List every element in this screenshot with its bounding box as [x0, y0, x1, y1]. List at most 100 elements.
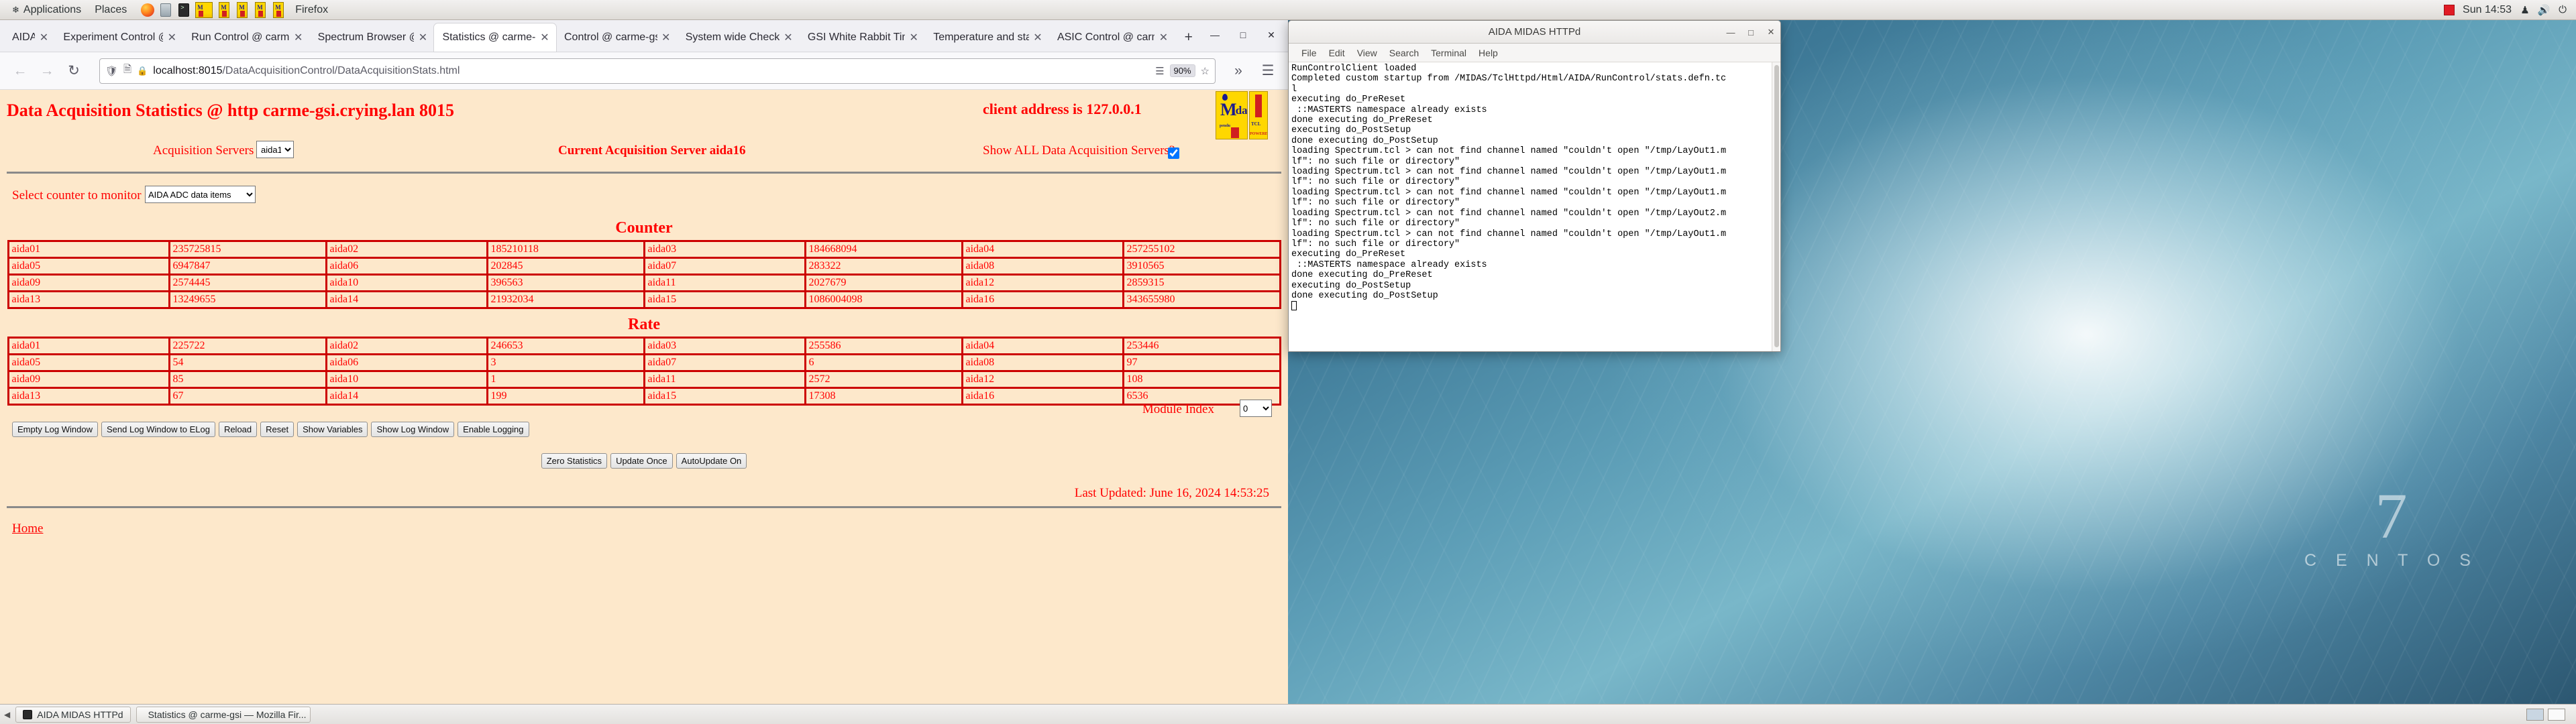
midas-launcher-5[interactable] — [271, 1, 286, 18]
terminal-body[interactable]: RunControlClient loaded Completed custom… — [1289, 62, 1780, 351]
tab-close-icon[interactable]: ✕ — [781, 30, 796, 45]
recording-indicator-icon[interactable] — [2444, 4, 2455, 15]
send-log-to-elog-button[interactable]: Send Log Window to ELog — [101, 422, 215, 437]
terminal-minimize-button[interactable]: — — [1725, 27, 1736, 38]
tab-close-icon[interactable]: ✕ — [1156, 30, 1171, 45]
show-variables-button[interactable]: Show Variables — [297, 422, 368, 437]
reset-button[interactable]: Reset — [260, 422, 294, 437]
counter-value: 21932034 — [486, 290, 645, 309]
show-log-window-button[interactable]: Show Log Window — [371, 422, 455, 437]
terminal-scrollbar[interactable] — [1772, 62, 1780, 351]
counter-name: aida13 — [7, 290, 170, 309]
counter-value: 343655980 — [1122, 290, 1281, 309]
acquisition-server-select[interactable]: aida16 — [256, 141, 294, 158]
accessibility-icon[interactable]: ♟ — [2520, 5, 2530, 16]
tab-control[interactable]: Control @ carme-gsi ✕ — [556, 23, 678, 52]
taskbar-scroll-left-icon[interactable]: ◀ — [4, 710, 10, 719]
tab-statistics[interactable]: Statistics @ carme-g ✕ — [434, 23, 556, 52]
counter-value: 202845 — [486, 257, 645, 276]
tab-close-icon[interactable]: ✕ — [36, 30, 51, 45]
reader-view-icon[interactable]: 🗎 — [123, 62, 131, 79]
panel-clock[interactable]: Sun 14:53 — [2463, 4, 2512, 16]
taskbar-item-firefox[interactable]: Statistics @ carme-gsi — Mozilla Fir... — [136, 706, 311, 723]
tab-gsi-white-rabbit[interactable]: GSI White Rabbit Tim ✕ — [800, 23, 925, 52]
taskbar-item-label: AIDA MIDAS HTTPd — [37, 709, 123, 720]
firefox-launcher[interactable] — [140, 2, 155, 18]
midas-launcher-4[interactable] — [253, 1, 268, 18]
tab-close-icon[interactable]: ✕ — [659, 30, 674, 45]
applications-menu[interactable]: ❄ Applications — [5, 3, 88, 17]
panel-launchers — [133, 1, 286, 18]
tab-close-icon[interactable]: ✕ — [415, 30, 430, 45]
tab-aida[interactable]: AIDA ✕ — [3, 23, 55, 52]
reader-mode-icon[interactable]: ☰ — [1155, 65, 1164, 77]
back-button[interactable]: ← — [7, 58, 34, 84]
terminal-scrollbar-thumb[interactable] — [1774, 65, 1779, 347]
tab-close-icon[interactable]: ✕ — [537, 30, 552, 45]
new-tab-button[interactable]: + — [1179, 27, 1198, 48]
home-link[interactable]: Home — [12, 522, 43, 536]
places-menu[interactable]: Places — [88, 3, 133, 17]
tab-run-control[interactable]: Run Control @ carme ✕ — [183, 23, 309, 52]
workspace-2[interactable] — [2548, 708, 2565, 721]
workspace-1[interactable] — [2526, 708, 2544, 721]
terminal-launcher[interactable] — [176, 2, 191, 18]
taskbar-item-terminal[interactable]: AIDA MIDAS HTTPd — [15, 706, 131, 723]
window-minimize-button[interactable]: — — [1201, 23, 1229, 46]
address-bar[interactable]: 🛡 🗎 🔒 localhost:8015/DataAcquisitionCont… — [99, 58, 1216, 84]
counter-name: aida12 — [961, 274, 1124, 292]
terminal-menu-view[interactable]: View — [1351, 46, 1383, 60]
forward-button[interactable]: → — [34, 58, 60, 84]
terminal-close-button[interactable]: ✕ — [1766, 27, 1776, 38]
rate-name: aida08 — [961, 353, 1124, 372]
url-text: localhost:8015/DataAcquisitionControl/Da… — [153, 65, 1150, 77]
tab-experiment-control[interactable]: Experiment Control @ ✕ — [55, 23, 183, 52]
rate-name: aida07 — [643, 353, 806, 372]
tab-asic-control[interactable]: ASIC Control @ carm ✕ — [1049, 23, 1175, 52]
terminal-menu-terminal[interactable]: Terminal — [1425, 46, 1472, 60]
midas-launcher-3[interactable] — [235, 1, 250, 18]
files-launcher[interactable] — [158, 2, 173, 18]
app-menu-button[interactable]: ☰ — [1254, 58, 1281, 84]
counter-select[interactable]: AIDA ADC data items — [145, 186, 256, 203]
star-icon[interactable]: ☆ — [1201, 65, 1210, 77]
window-close-button[interactable]: ✕ — [1257, 23, 1285, 46]
tab-close-icon[interactable]: ✕ — [906, 30, 921, 45]
zero-statistics-button[interactable]: Zero Statistics — [541, 453, 608, 469]
midas-launcher-1[interactable] — [195, 1, 213, 18]
reload-button[interactable]: Reload — [218, 422, 258, 437]
midas-logo-main: M idas pendu — [1216, 91, 1248, 139]
tab-spectrum-browser[interactable]: Spectrum Browser @ ✕ — [310, 23, 435, 52]
counter-name: aida14 — [325, 290, 488, 309]
reload-button[interactable]: ↻ — [60, 58, 87, 84]
terminal-menu-edit[interactable]: Edit — [1323, 46, 1351, 60]
terminal-menu-file[interactable]: File — [1295, 46, 1323, 60]
empty-log-window-button[interactable]: Empty Log Window — [12, 422, 98, 437]
module-index-select[interactable]: 0 — [1240, 400, 1272, 417]
tab-close-icon[interactable]: ✕ — [291, 30, 306, 45]
rate-name: aida16 — [961, 387, 1124, 406]
zoom-level-badge[interactable]: 90% — [1169, 64, 1195, 77]
shield-icon[interactable]: 🛡 — [105, 65, 118, 77]
terminal-menu-help[interactable]: Help — [1472, 46, 1504, 60]
update-once-button[interactable]: Update Once — [610, 453, 673, 469]
window-maximize-button[interactable]: □ — [1229, 23, 1257, 46]
gnome-foot-icon: ❄ — [12, 4, 19, 15]
tab-close-icon[interactable]: ✕ — [164, 30, 179, 45]
terminal-maximize-button[interactable]: □ — [1746, 27, 1756, 38]
tab-close-icon[interactable]: ✕ — [1030, 30, 1045, 45]
terminal-titlebar[interactable]: AIDA MIDAS HTTPd — □ ✕ — [1289, 21, 1780, 44]
lock-icon[interactable]: 🔒 — [137, 66, 148, 76]
autoupdate-on-button[interactable]: AutoUpdate On — [676, 453, 747, 469]
overflow-menu-button[interactable]: » — [1225, 58, 1252, 84]
midas-launcher-2[interactable] — [217, 1, 231, 18]
table-row: aida09 85 aida10 1 aida11 2572 aida12 10… — [7, 370, 1281, 389]
gnome-top-panel: ❄ Applications Places Firefox Sun 14:53 … — [0, 0, 2576, 20]
enable-logging-button[interactable]: Enable Logging — [458, 422, 529, 437]
show-all-servers-checkbox[interactable] — [1168, 147, 1179, 159]
tab-system-wide-checks[interactable]: System wide Checks ✕ — [678, 23, 800, 52]
power-icon[interactable]: ⏻ — [2557, 4, 2568, 15]
volume-icon[interactable]: 🔊 — [2538, 5, 2551, 16]
tab-temperature-status[interactable]: Temperature and stat ✕ — [925, 23, 1049, 52]
terminal-menu-search[interactable]: Search — [1383, 46, 1425, 60]
